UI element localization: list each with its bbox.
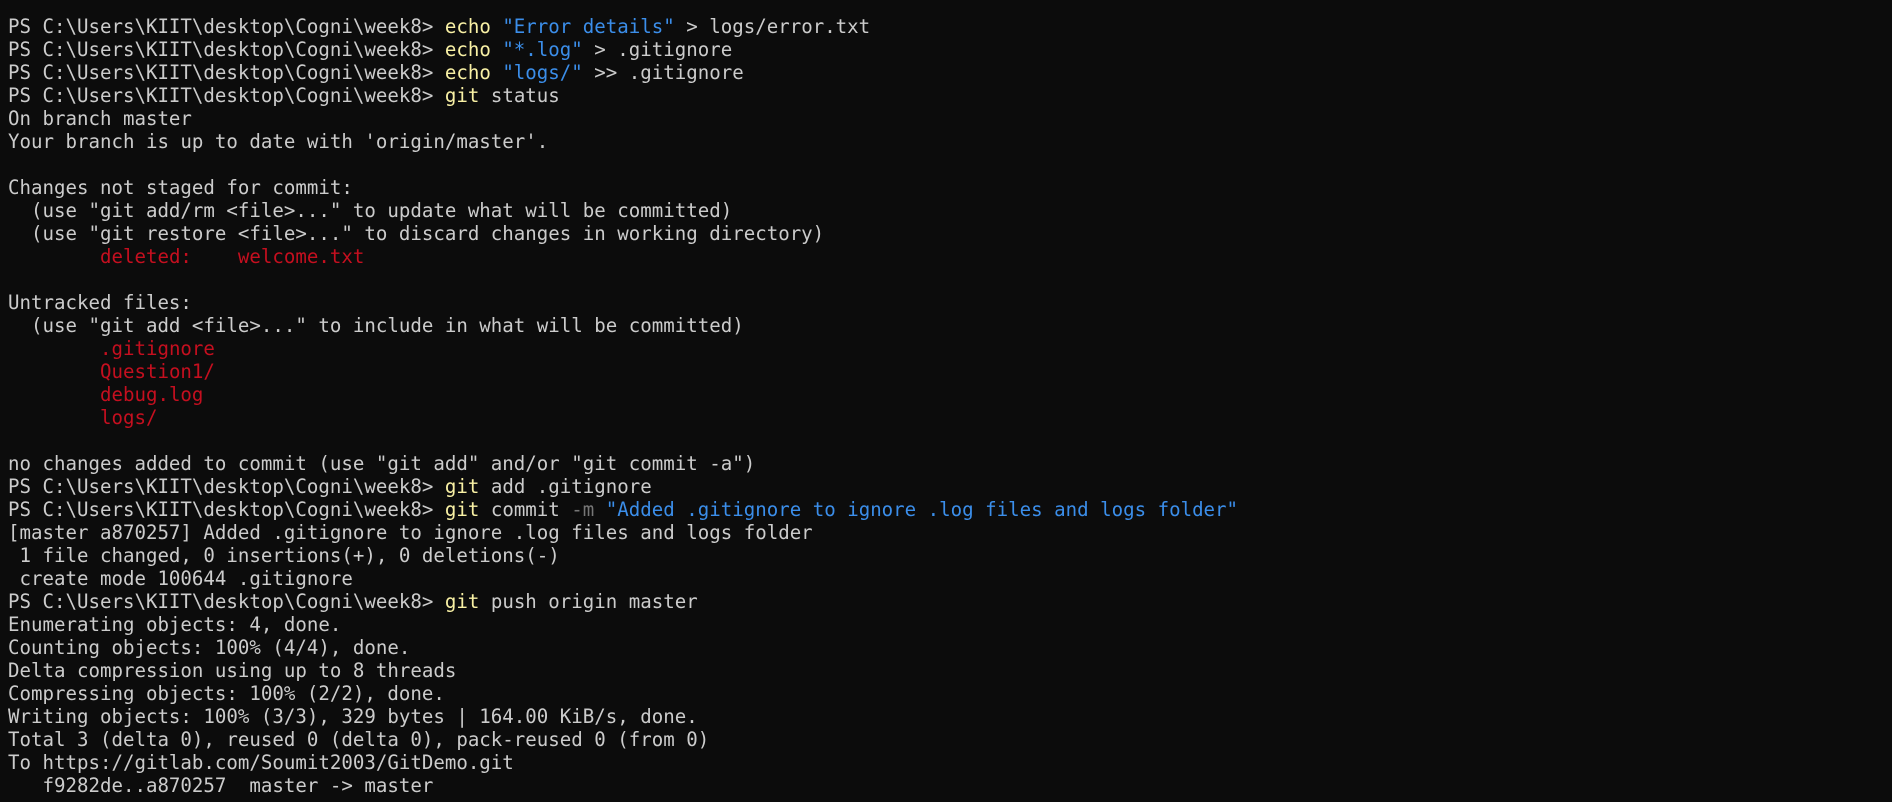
git-status-entry: deleted: welcome.txt bbox=[99, 245, 365, 268]
terminal-line: Question1/ bbox=[8, 360, 1892, 383]
terminal-line: PS C:\Users\KIIT\desktop\Cogni\week8> ec… bbox=[8, 38, 1892, 61]
git-status-entry: debug.log bbox=[99, 383, 204, 406]
string-literal: "logs/" bbox=[502, 61, 583, 84]
prompt-text: PS C:\Users\KIIT\desktop\Cogni\week8> bbox=[8, 498, 445, 521]
terminal-line: Total 3 (delta 0), reused 0 (delta 0), p… bbox=[8, 728, 1892, 751]
output-text: no changes added to commit (use "git add… bbox=[8, 452, 756, 475]
terminal-line: .gitignore bbox=[8, 337, 1892, 360]
output-text: (use "git add/rm <file>..." to update wh… bbox=[8, 199, 733, 222]
prompt-text: PS C:\Users\KIIT\desktop\Cogni\week8> bbox=[8, 84, 445, 107]
output-text: Delta compression using up to 8 threads bbox=[8, 659, 457, 682]
command-name: git bbox=[444, 84, 480, 107]
git-status-entry: Question1/ bbox=[99, 360, 215, 383]
command-name: git bbox=[444, 590, 480, 613]
terminal-line: To https://gitlab.com/Soumit2003/GitDemo… bbox=[8, 751, 1892, 774]
command-args: > logs/error.txt bbox=[674, 15, 871, 38]
output-text: Your branch is up to date with 'origin/m… bbox=[8, 130, 549, 153]
terminal-line: create mode 100644 .gitignore bbox=[8, 567, 1892, 590]
prompt-text: PS C:\Users\KIIT\desktop\Cogni\week8> bbox=[8, 475, 445, 498]
terminal-line: PS C:\Users\KIIT\desktop\Cogni\week8> gi… bbox=[8, 498, 1892, 521]
prompt-text: PS C:\Users\KIIT\desktop\Cogni\week8> bbox=[8, 38, 445, 61]
terminal-line: PS C:\Users\KIIT\desktop\Cogni\week8> gi… bbox=[8, 590, 1892, 613]
command-args bbox=[491, 15, 503, 38]
string-literal: "Added .gitignore to ignore .log files a… bbox=[605, 498, 1239, 521]
terminal-line: Counting objects: 100% (4/4), done. bbox=[8, 636, 1892, 659]
command-args bbox=[491, 38, 503, 61]
output-text: Untracked files: bbox=[8, 291, 192, 314]
output-text: To https://gitlab.com/Soumit2003/GitDemo… bbox=[8, 751, 514, 774]
output-text: [master a870257] Added .gitignore to ign… bbox=[8, 521, 813, 544]
terminal-line: (use "git restore <file>..." to discard … bbox=[8, 222, 1892, 245]
command-args bbox=[594, 498, 606, 521]
terminal-line: Compressing objects: 100% (2/2), done. bbox=[8, 682, 1892, 705]
terminal-line: PS C:\Users\KIIT\desktop\Cogni\week8> gi… bbox=[8, 475, 1892, 498]
command-args: push origin master bbox=[479, 590, 698, 613]
string-literal: "Error details" bbox=[502, 15, 675, 38]
terminal-line: deleted: welcome.txt bbox=[8, 245, 1892, 268]
terminal-line: Writing objects: 100% (3/3), 329 bytes |… bbox=[8, 705, 1892, 728]
terminal-line: Untracked files: bbox=[8, 291, 1892, 314]
terminal-line: logs/ bbox=[8, 406, 1892, 429]
terminal-line: Your branch is up to date with 'origin/m… bbox=[8, 130, 1892, 153]
terminal-line: Changes not staged for commit: bbox=[8, 176, 1892, 199]
command-name: git bbox=[444, 475, 480, 498]
command-flag: -m bbox=[571, 498, 595, 521]
terminal-line: PS C:\Users\KIIT\desktop\Cogni\week8> ec… bbox=[8, 15, 1892, 38]
command-args: commit bbox=[479, 498, 572, 521]
command-args: > .gitignore bbox=[582, 38, 733, 61]
output-text: Counting objects: 100% (4/4), done. bbox=[8, 636, 411, 659]
output-text: (use "git restore <file>..." to discard … bbox=[8, 222, 825, 245]
command-args: add .gitignore bbox=[479, 475, 652, 498]
output-text: Total 3 (delta 0), reused 0 (delta 0), p… bbox=[8, 728, 710, 751]
command-name: echo bbox=[444, 38, 491, 61]
string-literal: "*.log" bbox=[502, 38, 583, 61]
command-args: status bbox=[479, 84, 560, 107]
output-text: Compressing objects: 100% (2/2), done. bbox=[8, 682, 445, 705]
output-text: f9282de..a870257 master -> master bbox=[8, 774, 434, 797]
output-text: On branch master bbox=[8, 107, 192, 130]
command-name: git bbox=[444, 498, 480, 521]
output-text: 1 file changed, 0 insertions(+), 0 delet… bbox=[8, 544, 560, 567]
command-args: >> .gitignore bbox=[582, 61, 744, 84]
terminal-line: debug.log bbox=[8, 383, 1892, 406]
terminal-line: PS C:\Users\KIIT\desktop\Cogni\week8> ec… bbox=[8, 61, 1892, 84]
prompt-text: PS C:\Users\KIIT\desktop\Cogni\week8> bbox=[8, 15, 445, 38]
terminal-line: PS C:\Users\KIIT\desktop\Cogni\week8> gi… bbox=[8, 84, 1892, 107]
terminal-line: [master a870257] Added .gitignore to ign… bbox=[8, 521, 1892, 544]
terminal-output[interactable]: PS C:\Users\KIIT\desktop\Cogni\week8> ec… bbox=[0, 0, 1892, 802]
git-status-entry: logs/ bbox=[99, 406, 158, 429]
output-text: create mode 100644 .gitignore bbox=[8, 567, 353, 590]
terminal-line: Delta compression using up to 8 threads bbox=[8, 659, 1892, 682]
output-text: (use "git add <file>..." to include in w… bbox=[8, 314, 744, 337]
prompt-text: PS C:\Users\KIIT\desktop\Cogni\week8> bbox=[8, 61, 445, 84]
command-name: echo bbox=[444, 61, 491, 84]
terminal-line: no changes added to commit (use "git add… bbox=[8, 452, 1892, 475]
terminal-line: (use "git add <file>..." to include in w… bbox=[8, 314, 1892, 337]
terminal-line: (use "git add/rm <file>..." to update wh… bbox=[8, 199, 1892, 222]
terminal-line: 1 file changed, 0 insertions(+), 0 delet… bbox=[8, 544, 1892, 567]
command-args bbox=[491, 61, 503, 84]
command-name: echo bbox=[444, 15, 491, 38]
output-text: Writing objects: 100% (3/3), 329 bytes |… bbox=[8, 705, 698, 728]
git-status-entry: .gitignore bbox=[99, 337, 215, 360]
terminal-line: Enumerating objects: 4, done. bbox=[8, 613, 1892, 636]
prompt-text: PS C:\Users\KIIT\desktop\Cogni\week8> bbox=[8, 590, 445, 613]
terminal-line: f9282de..a870257 master -> master bbox=[8, 774, 1892, 797]
output-text: Changes not staged for commit: bbox=[8, 176, 353, 199]
terminal-line: On branch master bbox=[8, 107, 1892, 130]
output-text: Enumerating objects: 4, done. bbox=[8, 613, 342, 636]
